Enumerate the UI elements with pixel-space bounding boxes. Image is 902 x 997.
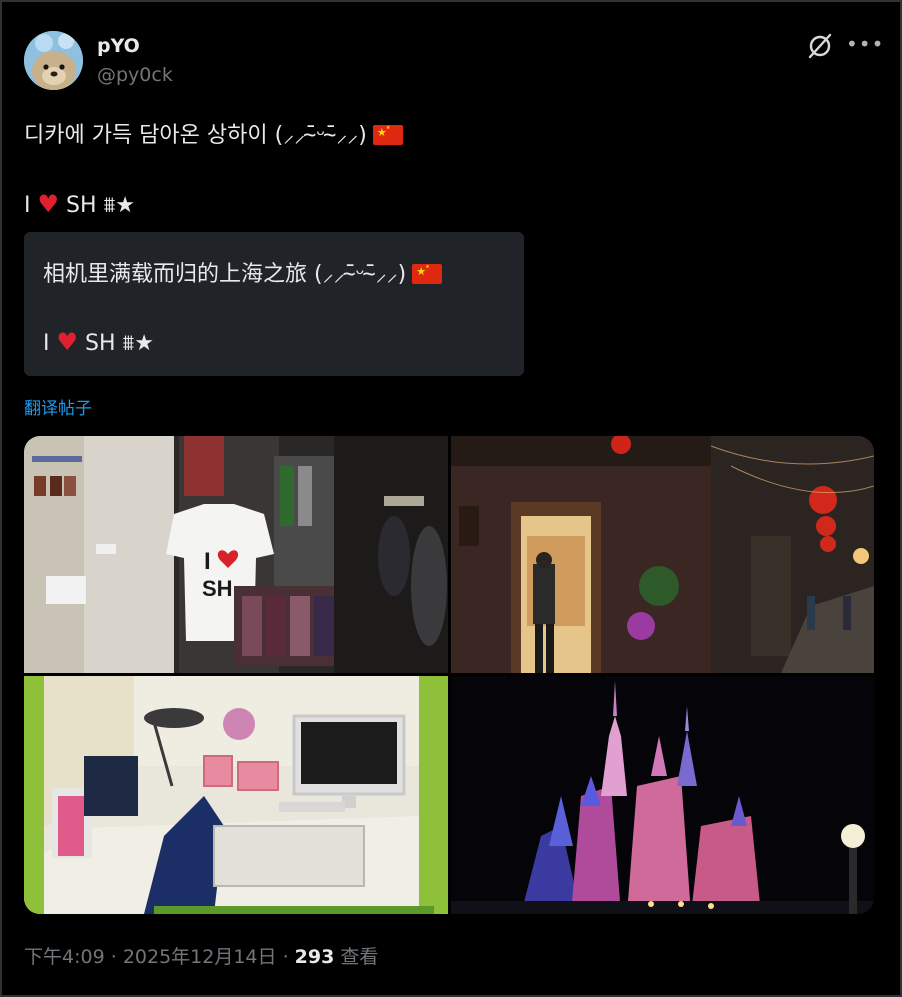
translation-line1: 相机里满载而归的上海之旅 (⸝⸝ˉ̴̄ᵕˉ̴̄⸝⸝) ★ ★ bbox=[43, 256, 443, 288]
meta-separator: · bbox=[110, 946, 117, 968]
translation-box: 相机里满载而归的上海之旅 (⸝⸝ˉ̴̄ᵕˉ̴̄⸝⸝) ★ ★ I ♥ SH ⩩★ bbox=[24, 232, 524, 376]
post-text-line2: I ♥ SH ⩩★ bbox=[24, 190, 135, 218]
post-date[interactable]: 2025年12月14日 bbox=[123, 946, 277, 968]
red-heart-icon: ♥ bbox=[56, 328, 79, 356]
more-icon[interactable]: ••• bbox=[846, 30, 883, 58]
translation-line1-content: 相机里满载而归的上海之旅 (⸝⸝ˉ̴̄ᵕˉ̴̄⸝⸝) bbox=[43, 262, 407, 287]
china-flag-icon: ★ ★ bbox=[372, 125, 403, 145]
photo-grid: I SH bbox=[24, 436, 874, 914]
translation-line2-prefix: I bbox=[43, 331, 50, 356]
author-handle[interactable]: @py0ck bbox=[97, 64, 173, 86]
post-text-line2-suffix: SH ⩩★ bbox=[66, 193, 135, 218]
meta-separator: · bbox=[282, 946, 289, 968]
post-time[interactable]: 下午4:09 bbox=[24, 946, 105, 968]
photo-shop-tshirt[interactable]: I SH bbox=[24, 436, 448, 673]
view-count: 293 bbox=[294, 946, 335, 968]
photo-disney-castle[interactable] bbox=[451, 676, 874, 914]
shirt-sh-text: SH bbox=[202, 576, 233, 601]
translate-post-link[interactable]: 翻译帖子 bbox=[24, 394, 92, 419]
china-flag-icon: ★ ★ bbox=[412, 264, 443, 284]
post-text-line2-prefix: I bbox=[24, 193, 31, 218]
translation-line2-suffix: SH ⩩★ bbox=[85, 331, 154, 356]
avatar[interactable] bbox=[24, 31, 83, 90]
post-meta: 下午4:09 · 2025年12月14日 · 293 查看 bbox=[24, 942, 378, 969]
views-label: 查看 bbox=[340, 946, 379, 968]
shirt-i-text: I bbox=[204, 548, 211, 575]
translation-line2: I ♥ SH ⩩★ bbox=[43, 328, 154, 356]
red-heart-icon: ♥ bbox=[37, 190, 60, 218]
grok-icon[interactable] bbox=[806, 32, 834, 60]
post-text-line1-content: 디카에 가득 담아온 상하이 (⸝⸝ˉ̴̄ᵕˉ̴̄⸝⸝) bbox=[24, 123, 367, 148]
author-name[interactable]: pYO bbox=[97, 35, 140, 57]
photo-desk[interactable] bbox=[24, 676, 448, 914]
post-text-line1: 디카에 가득 담아온 상하이 (⸝⸝ˉ̴̄ᵕˉ̴̄⸝⸝) ★ ★ bbox=[24, 117, 403, 149]
photo-night-alley[interactable] bbox=[451, 436, 874, 673]
